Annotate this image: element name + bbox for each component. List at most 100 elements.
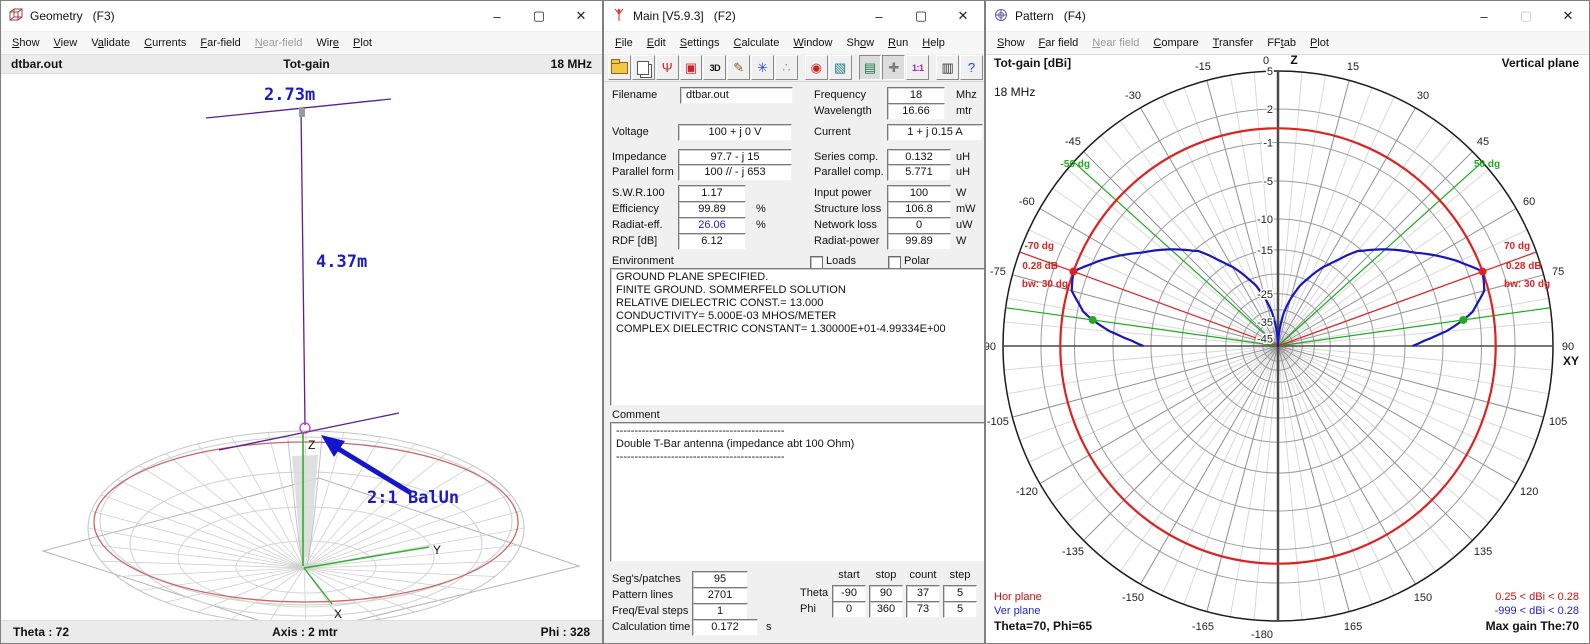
radiat-eff-value[interactable]: 26.06: [678, 217, 746, 234]
far-field-pattern-icon: ✳: [757, 61, 768, 74]
menu-item-far-field[interactable]: Far-field: [193, 34, 247, 52]
menu-item-plot[interactable]: Plot: [346, 34, 379, 52]
geometry-window-icon: ▣: [685, 61, 697, 74]
pattern-titlebar[interactable]: Pattern (F4) – ▢ ✕: [986, 1, 1589, 32]
open-file-button[interactable]: [608, 55, 631, 80]
rdf-value[interactable]: 6.12: [678, 233, 746, 250]
menu-item-file[interactable]: File: [608, 34, 640, 52]
pattern-lines-value[interactable]: 2701: [692, 587, 748, 604]
menu-item-transfer[interactable]: Transfer: [1206, 34, 1261, 52]
geometry-minimize-button[interactable]: –: [476, 1, 518, 31]
antenna-view-button[interactable]: Ψ: [656, 55, 679, 80]
parallel-form-value[interactable]: 100 // - j 653: [678, 164, 792, 181]
comment-textbox[interactable]: ----------------------------------------…: [610, 422, 985, 562]
smith-chart-button[interactable]: ◉: [805, 55, 828, 80]
menu-item-validate[interactable]: Validate: [84, 34, 137, 52]
segs-patches-value[interactable]: 95: [692, 571, 748, 588]
main-titlebar[interactable]: Main [V5.9.3] (F2) – ▢ ✕: [604, 1, 984, 32]
menu-item-show[interactable]: Show: [840, 34, 882, 52]
menu-item-fftab[interactable]: FFtab: [1260, 34, 1303, 52]
network-loss-value[interactable]: 0: [887, 217, 951, 234]
menu-item-compare[interactable]: Compare: [1146, 34, 1205, 52]
radiat-power-value[interactable]: 99.89: [887, 233, 951, 250]
parallel-comp-value[interactable]: 5.771: [887, 164, 951, 181]
main-minimize-button[interactable]: –: [858, 1, 900, 31]
pattern-close-button[interactable]: ✕: [1547, 1, 1589, 31]
parallel-form-label: Parallel form: [612, 166, 674, 178]
phi-stop-value[interactable]: 360: [869, 601, 903, 618]
copy-structure-button[interactable]: [632, 55, 655, 80]
environment-textbox[interactable]: GROUND PLANE SPECIFIED. FINITE GROUND. S…: [610, 268, 985, 406]
menu-item-far-field[interactable]: Far field: [1032, 34, 1086, 52]
network-loss-unit: uW: [956, 219, 973, 231]
menu-item-settings[interactable]: Settings: [673, 34, 727, 52]
3d-viewer-button[interactable]: 3D: [703, 55, 726, 80]
max-gain-status: Max gain The:70: [1486, 619, 1579, 633]
menu-item-plot[interactable]: Plot: [1303, 34, 1336, 52]
menu-item-help[interactable]: Help: [915, 34, 952, 52]
phi-step-value[interactable]: 5: [943, 601, 977, 618]
menu-item-run[interactable]: Run: [881, 34, 915, 52]
geometry-close-button[interactable]: ✕: [560, 1, 602, 31]
swr-value[interactable]: 1.17: [678, 185, 746, 202]
theta-start-value[interactable]: -90: [832, 585, 866, 602]
angle-col-step: step: [943, 569, 977, 581]
main-maximize-button[interactable]: ▢: [900, 1, 942, 31]
theta-count-value[interactable]: 37: [906, 585, 940, 602]
edit-nec-file-button[interactable]: ✎: [727, 55, 750, 80]
menu-item-show[interactable]: Show: [5, 34, 47, 52]
svg-text:-105: -105: [987, 416, 1009, 428]
freq-eval-steps-value[interactable]: 1: [692, 603, 748, 620]
calculation-time-unit: s: [766, 621, 772, 633]
far-field-pattern-button[interactable]: ✳: [751, 55, 774, 80]
geometry-3d-view[interactable]: Z Y X 2:1 BalUn 2.73m 4.37m: [1, 1, 603, 644]
parallel-comp-label: Parallel comp.: [814, 166, 884, 178]
move-view-icon: ✚: [888, 61, 899, 74]
marker-label-right-3: bw: 30 dg: [1504, 279, 1550, 290]
voltage-value[interactable]: 100 + j 0 V: [678, 124, 792, 141]
theta-stop-value[interactable]: 90: [869, 585, 903, 602]
near-field-pattern-button[interactable]: ∴: [775, 55, 798, 80]
geometry-window-button[interactable]: ▣: [680, 55, 703, 80]
svg-text:-15: -15: [1195, 61, 1211, 73]
geometry-titlebar[interactable]: Geometry (F3) – ▢ ✕: [1, 1, 602, 32]
menu-item-show[interactable]: Show: [990, 34, 1032, 52]
input-power-value[interactable]: 100: [887, 185, 951, 202]
phi-row-label: Phi: [800, 603, 816, 615]
move-view-button[interactable]: ✚: [882, 55, 905, 80]
angle-col-start: start: [832, 569, 866, 581]
menu-item-wire[interactable]: Wire: [309, 34, 346, 52]
filename-value[interactable]: dtbar.out: [680, 87, 793, 104]
main-close-button[interactable]: ✕: [942, 1, 984, 31]
theta-step-value[interactable]: 5: [943, 585, 977, 602]
y-axis-label: Y: [433, 543, 441, 557]
current-value[interactable]: 1 + j 0.15 A: [887, 124, 983, 141]
menu-item-view[interactable]: View: [47, 34, 85, 52]
geometry-maximize-button[interactable]: ▢: [518, 1, 560, 31]
help-button[interactable]: ?: [960, 55, 983, 80]
scale-1-1-button[interactable]: 1:1: [906, 55, 929, 80]
gain-sweep-button[interactable]: ▧: [829, 55, 852, 80]
menu-item-calculate[interactable]: Calculate: [726, 34, 786, 52]
frequency-value[interactable]: 18: [887, 87, 945, 104]
wavelength-value[interactable]: 16.66: [887, 103, 945, 120]
menu-item-currents[interactable]: Currents: [137, 34, 193, 52]
pattern-minimize-button[interactable]: –: [1463, 1, 1505, 31]
wavelength-unit: mtr: [956, 105, 972, 117]
marker-label-left-0: -50 dg: [1061, 159, 1090, 170]
menu-item-edit[interactable]: Edit: [640, 34, 673, 52]
pattern-maximize-button[interactable]: ▢: [1505, 1, 1547, 31]
svg-text:2: 2: [1267, 104, 1273, 116]
polar-plot[interactable]: 52-1-5-10-15-25-35-45-165-150-135-120-10…: [986, 1, 1590, 644]
phi-count-value[interactable]: 73: [906, 601, 940, 618]
line-editor-button[interactable]: ▤: [859, 55, 882, 80]
structure-loss-value[interactable]: 106.8: [887, 201, 951, 218]
menu-item-window[interactable]: Window: [786, 34, 839, 52]
rdf-label: RDF [dB]: [612, 235, 657, 247]
marker-label-right-0: 50 dg: [1474, 159, 1500, 170]
loads-checkbox-label: Loads: [826, 255, 856, 267]
documentation-button[interactable]: ▥: [936, 55, 959, 80]
efficiency-value[interactable]: 99.89: [678, 201, 746, 218]
calculation-time-value[interactable]: 0.172: [692, 619, 758, 636]
phi-start-value[interactable]: 0: [832, 601, 866, 618]
